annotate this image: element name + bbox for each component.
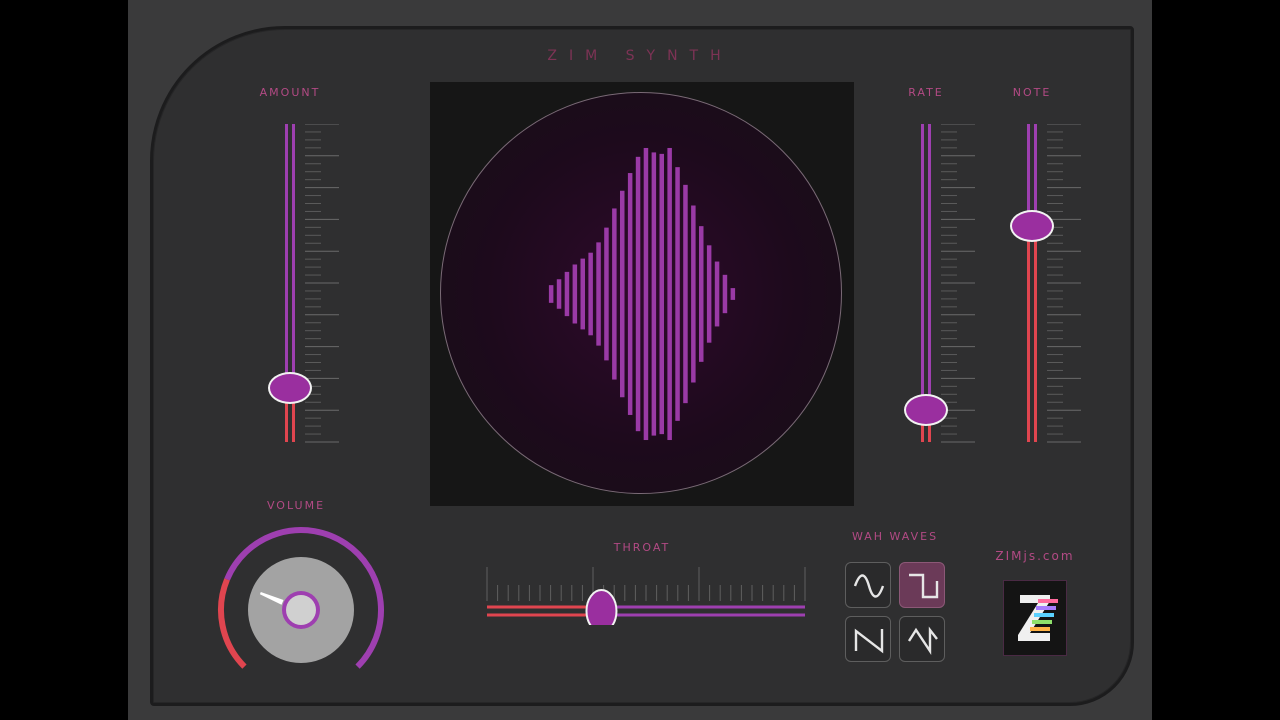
- zimjs-link[interactable]: ZIMjs.com: [980, 549, 1090, 563]
- visualizer-bar: [596, 242, 601, 346]
- visualizer-bar: [588, 252, 593, 336]
- visualizer-bar: [643, 147, 649, 441]
- amount-track-upper: [285, 124, 295, 388]
- zim-logo-icon: [1018, 595, 1058, 641]
- visualizer-bar: [635, 156, 641, 432]
- visualizer-display: [430, 82, 854, 506]
- zim-logo[interactable]: [1003, 580, 1067, 656]
- visualizer-bar: [667, 147, 672, 441]
- visualizer-bar: [564, 271, 570, 317]
- amount-slider[interactable]: [268, 124, 345, 443]
- wah-waves-label: WAH WAVES: [851, 530, 939, 543]
- visualizer-bar: [659, 153, 664, 435]
- sine-wave-icon: [853, 574, 885, 598]
- reverse-sawtooth-wave-icon: [907, 626, 938, 655]
- visualizer-bar: [722, 274, 728, 314]
- note-label: NOTE: [1012, 86, 1052, 99]
- visualizer-bar: [612, 208, 617, 380]
- note-ticks: [1047, 124, 1081, 443]
- visualizer-bar: [572, 264, 578, 324]
- throat-slider[interactable]: [475, 565, 815, 625]
- visualizer-bar: [627, 173, 633, 415]
- amount-label: AMOUNT: [259, 86, 321, 99]
- wave-button-reverse-sawtooth[interactable]: [899, 616, 945, 662]
- visualizer-bar: [548, 285, 554, 303]
- wave-button-sine[interactable]: [845, 562, 891, 608]
- visualizer-bar: [604, 227, 609, 361]
- amount-ticks: [305, 124, 339, 443]
- visualizer-bar: [714, 261, 720, 327]
- throat-label: THROAT: [613, 541, 671, 554]
- note-slider-thumb[interactable]: [1010, 209, 1054, 242]
- visualizer-bar: [556, 279, 562, 309]
- note-slider[interactable]: [1010, 124, 1087, 443]
- rate-ticks: [941, 124, 975, 443]
- visualizer-bars: [548, 147, 736, 441]
- volume-knob[interactable]: [211, 520, 391, 680]
- rate-track-upper: [921, 124, 931, 411]
- visualizer-bar: [651, 152, 657, 436]
- throat-slider-thumb[interactable]: [585, 589, 618, 625]
- visualizer-bar: [675, 167, 680, 421]
- sawtooth-wave-icon: [854, 628, 884, 654]
- visualizer-bar: [691, 205, 696, 383]
- visualizer-bar: [620, 190, 625, 398]
- note-track-lower: [1027, 225, 1037, 442]
- wave-button-sawtooth[interactable]: [845, 616, 891, 662]
- square-wave-icon: [909, 573, 939, 599]
- volume-knob-cap: [286, 595, 316, 625]
- rate-slider-thumb[interactable]: [904, 394, 948, 427]
- wave-button-square[interactable]: [899, 562, 945, 608]
- visualizer-bar: [699, 226, 704, 362]
- visualizer-bar: [580, 258, 585, 330]
- visualizer-bar: [730, 288, 736, 300]
- rate-label: RATE: [908, 86, 944, 99]
- visualizer-bar: [706, 245, 712, 343]
- volume-label: VOLUME: [266, 499, 326, 512]
- app-title: ZIM SYNTH: [547, 48, 733, 64]
- amount-slider-thumb[interactable]: [268, 371, 312, 404]
- rate-slider[interactable]: [904, 124, 981, 443]
- volume-arc-low: [218, 578, 247, 669]
- visualizer-bar: [683, 184, 688, 404]
